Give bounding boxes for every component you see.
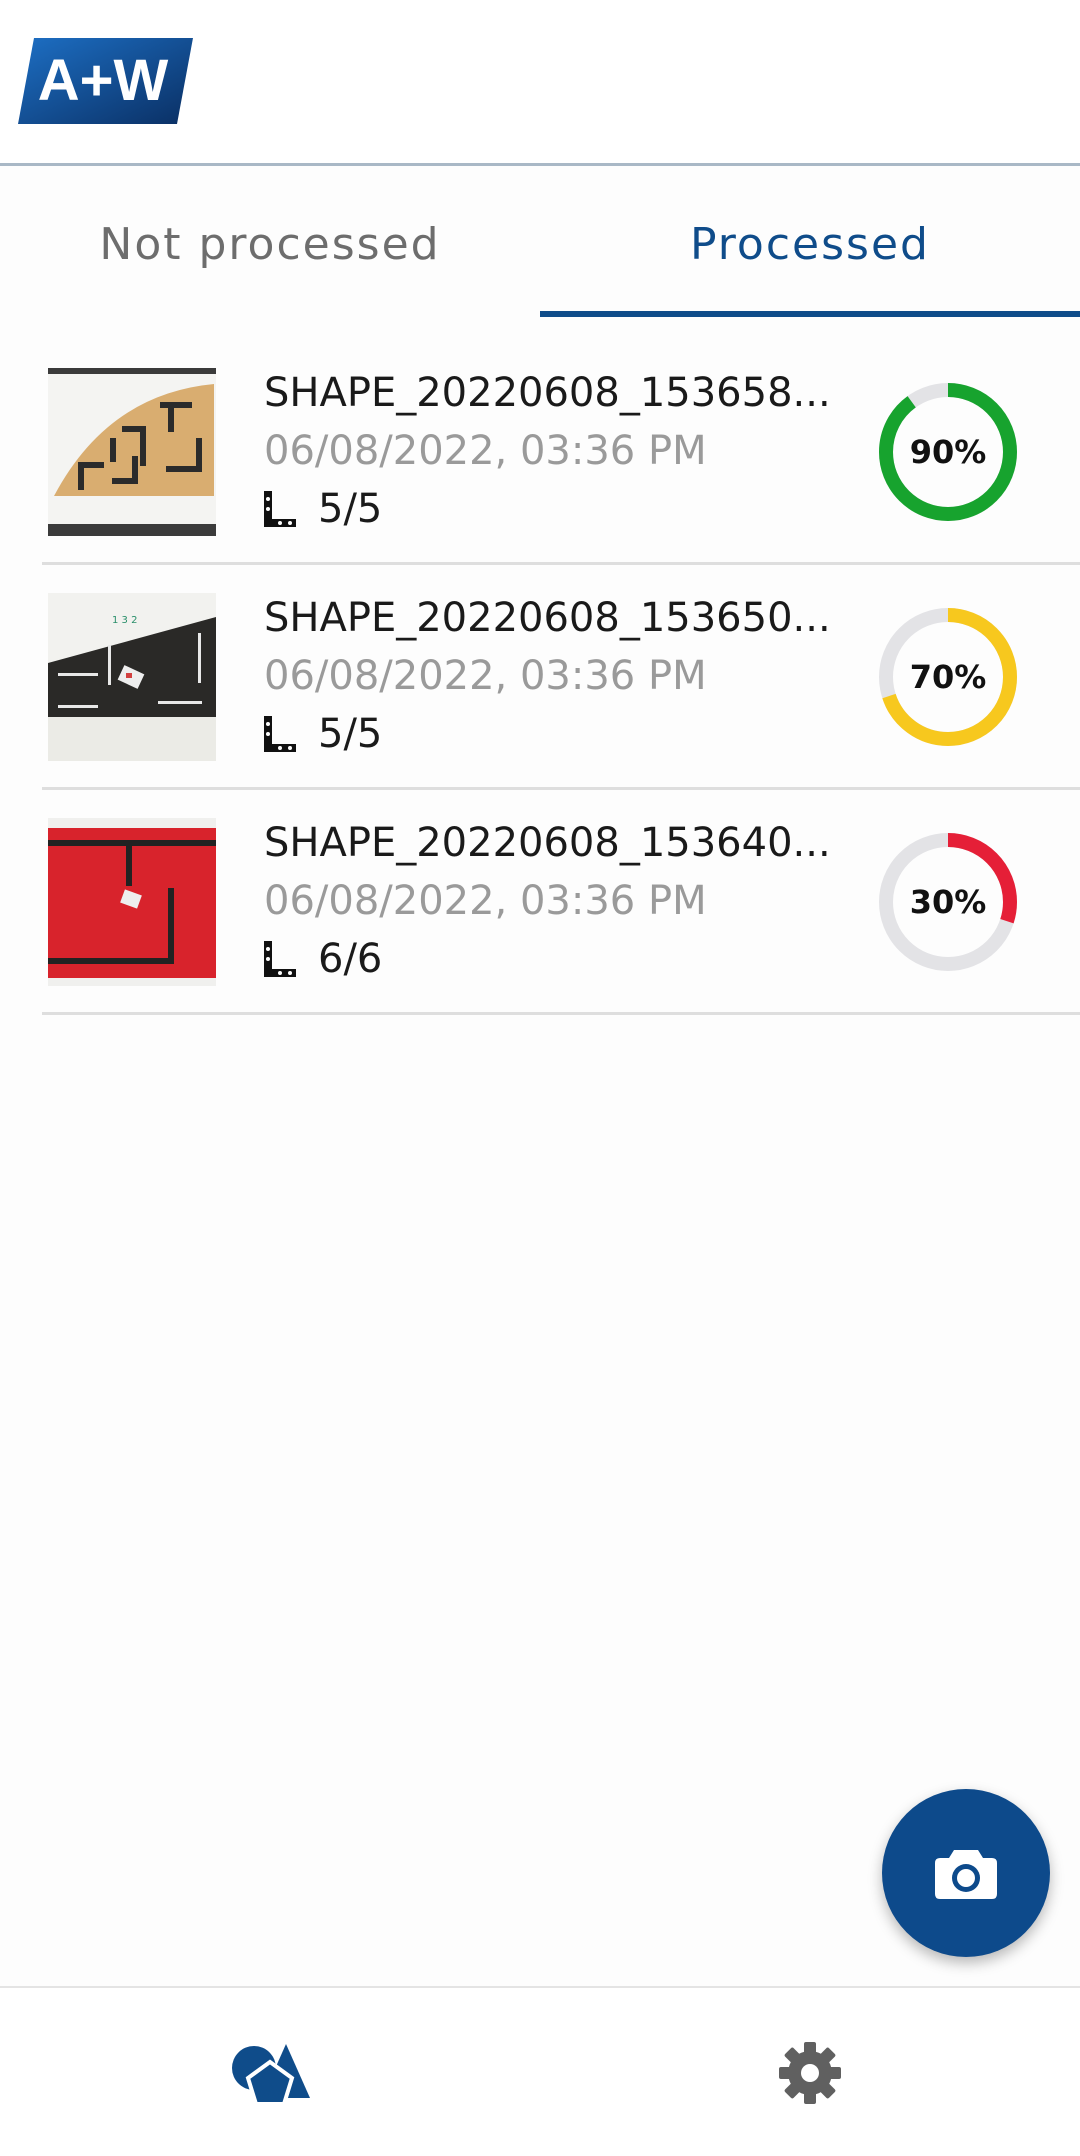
app-bar: A+W [0, 0, 1080, 166]
bottom-navigation [0, 1986, 1080, 2156]
item-date: 06/08/2022, 03:36 PM [264, 653, 707, 699]
tab-processed[interactable]: Processed [540, 169, 1080, 319]
active-tab-indicator [540, 311, 1080, 317]
corner-connector-icon [264, 716, 296, 752]
item-title: SHAPE_20220608_153640... [264, 820, 831, 866]
corner-count: 5/5 [264, 709, 382, 759]
tab-bar: Not processed Processed [0, 169, 1080, 319]
item-count: 6/6 [318, 936, 383, 982]
list-item[interactable]: SHAPE_20220608_153658... 06/08/2022, 03:… [0, 340, 1080, 565]
score-label: 70% [909, 658, 987, 696]
item-title: SHAPE_20220608_153650... [264, 595, 831, 641]
corner-connector-icon [264, 941, 296, 977]
camera-icon [935, 1850, 997, 1899]
item-date: 06/08/2022, 03:36 PM [264, 428, 707, 474]
item-title: SHAPE_20220608_153658... [264, 370, 831, 416]
logo-text: A+W [38, 48, 169, 113]
item-count: 5/5 [318, 711, 383, 757]
corner-count: 5/5 [264, 484, 382, 534]
divider [42, 1012, 1080, 1015]
shapes-icon [232, 2044, 310, 2104]
gear-icon [779, 2042, 841, 2104]
nav-settings[interactable] [540, 1988, 1080, 2156]
tab-not-processed[interactable]: Not processed [0, 169, 540, 319]
list-item[interactable]: 1 3 2 SHAPE_20220608_153650... 06/08/202… [0, 565, 1080, 790]
nav-shapes[interactable] [0, 1988, 540, 2156]
shape-list: SHAPE_20220608_153658... 06/08/2022, 03:… [0, 340, 1080, 1015]
list-item[interactable]: SHAPE_20220608_153640... 06/08/2022, 03:… [0, 790, 1080, 1015]
svg-text:1 3 2: 1 3 2 [112, 615, 137, 626]
corner-connector-icon [264, 491, 296, 527]
camera-button[interactable] [882, 1789, 1050, 1957]
score-label: 90% [909, 433, 987, 471]
corner-count: 6/6 [264, 934, 382, 984]
aw-logo: A+W [18, 38, 193, 124]
shape-thumbnail [48, 368, 216, 536]
score-label: 30% [909, 883, 987, 921]
item-count: 5/5 [318, 486, 383, 532]
shape-thumbnail [48, 818, 216, 986]
item-date: 06/08/2022, 03:36 PM [264, 878, 707, 924]
shape-thumbnail: 1 3 2 [48, 593, 216, 761]
